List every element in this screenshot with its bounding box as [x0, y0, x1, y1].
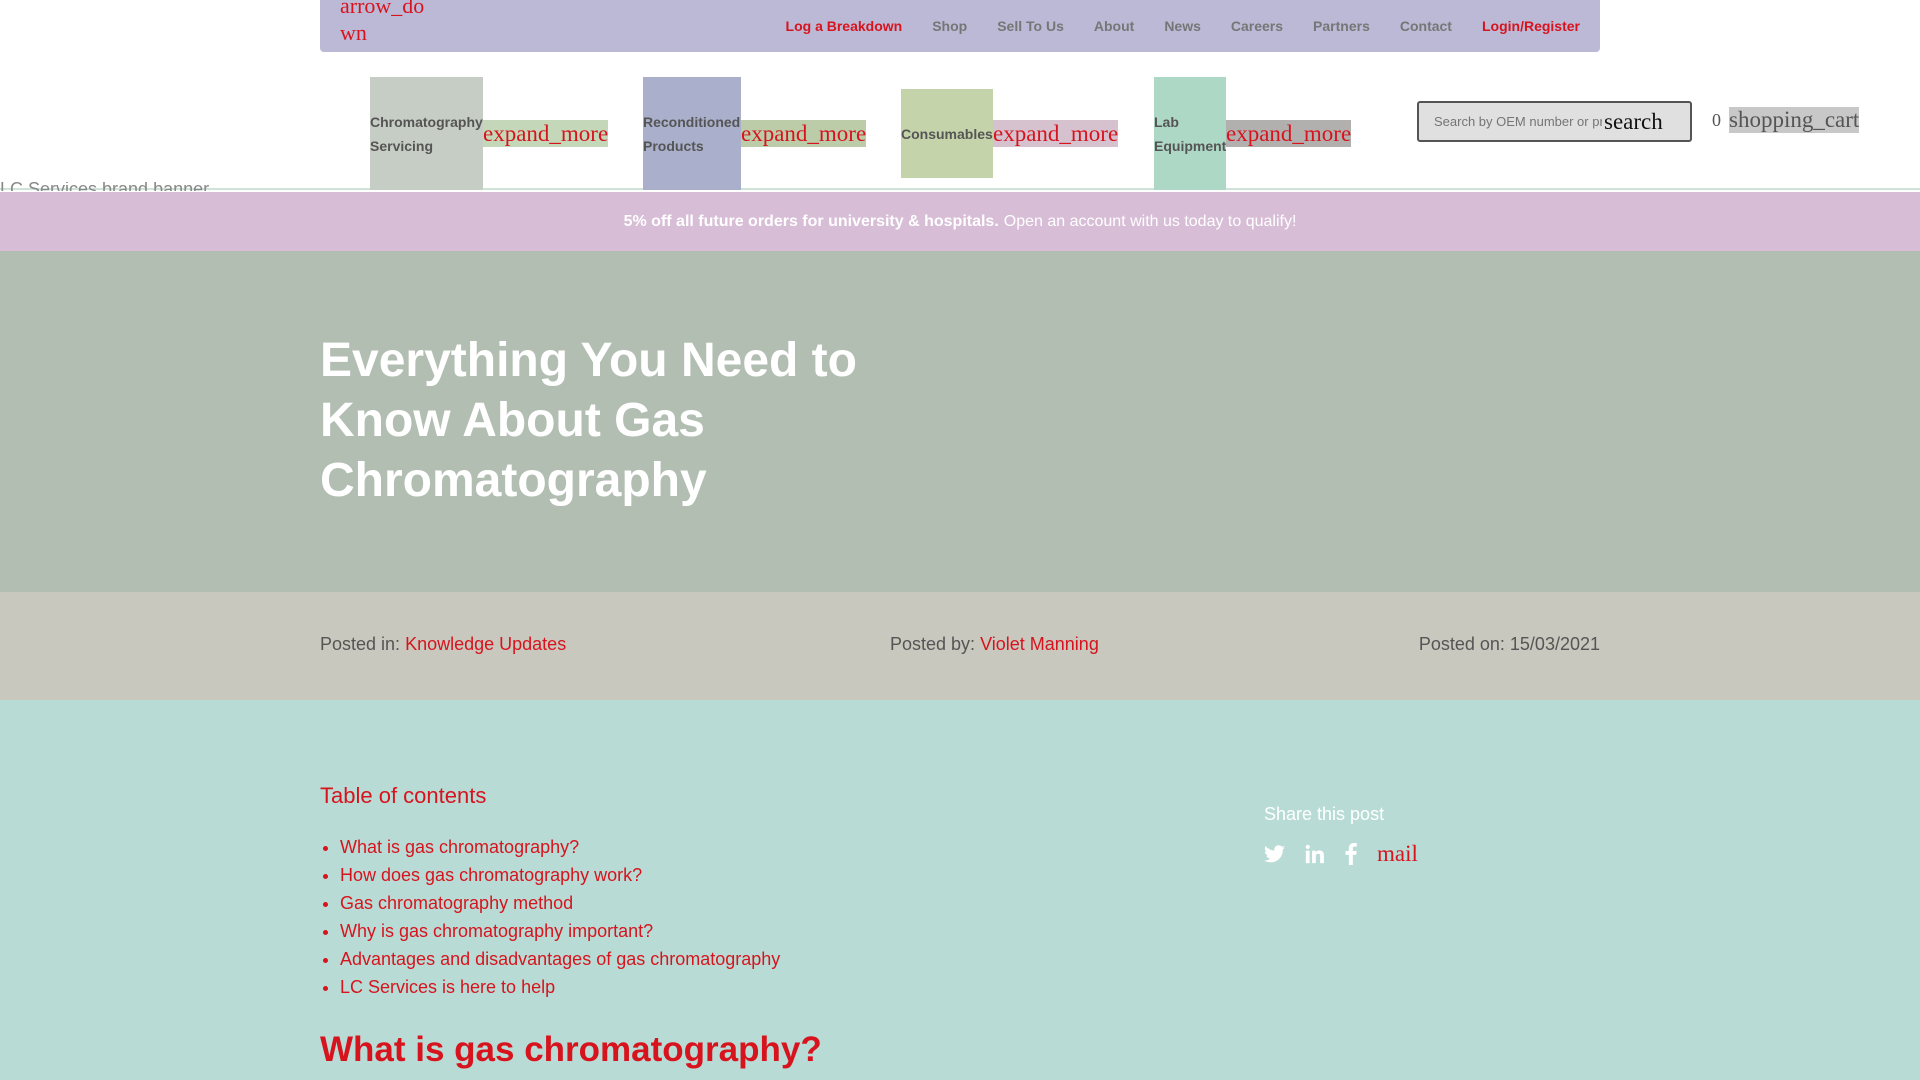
main-navigation: Chromatography Servicing expand_more Rec…	[0, 52, 1920, 190]
toc-link[interactable]: Gas chromatography method	[340, 893, 573, 913]
toc-link[interactable]: Advantages and disadvantages of gas chro…	[340, 949, 780, 969]
share-panel: Share this post mail	[1264, 804, 1418, 867]
search-box: search	[1417, 101, 1692, 142]
menu-item-label[interactable]: Lab Equipment	[1154, 77, 1226, 190]
post-date: Posted on: 15/03/2021	[1419, 634, 1600, 655]
top-link-news[interactable]: News	[1164, 18, 1201, 34]
search-icon[interactable]: search	[1604, 109, 1663, 135]
share-title: Share this post	[1264, 804, 1385, 824]
toc-link[interactable]: LC Services is here to help	[340, 977, 555, 997]
broken-banner-image: LC Services brand banner	[0, 182, 209, 191]
mail-icon[interactable]: mail	[1377, 841, 1418, 867]
page-title: Everything You Need to Know About Gas Ch…	[320, 334, 857, 507]
toc-item: Gas chromatography method	[340, 889, 780, 917]
toc-title: Table of contents	[320, 783, 487, 808]
expand-more-icon[interactable]: expand_more	[483, 120, 609, 147]
top-link-login-register[interactable]: Login/Register	[1482, 18, 1580, 34]
cart-count: 0	[1712, 109, 1721, 130]
post-category: Posted in: Knowledge Updates	[320, 634, 566, 655]
toc-link[interactable]: Why is gas chromatography important?	[340, 921, 653, 941]
top-bar: arrow_down Log a Breakdown Shop Sell To …	[320, 0, 1600, 52]
menu-item-consumables[interactable]: Consumables expand_more	[901, 89, 1119, 178]
promo-bold-text: 5% off all future orders for university …	[623, 212, 999, 230]
menu-item-reconditioned-products[interactable]: Reconditioned Products expand_more	[643, 77, 867, 190]
top-link-log-a-breakdown[interactable]: Log a Breakdown	[786, 18, 903, 34]
toc-item: How does gas chromatography work?	[340, 861, 780, 889]
toc-item: What is gas chromatography?	[340, 833, 780, 861]
top-link-careers[interactable]: Careers	[1231, 18, 1283, 34]
toc-item: Advantages and disadvantages of gas chro…	[340, 945, 780, 973]
search-input[interactable]	[1419, 113, 1604, 130]
top-link-shop[interactable]: Shop	[932, 18, 967, 34]
post-author-link[interactable]: Violet Manning	[980, 634, 1099, 654]
menu-item-chromatography-servicing[interactable]: Chromatography Servicing expand_more	[370, 77, 609, 190]
top-navigation: Log a Breakdown Shop Sell To Us About Ne…	[756, 0, 1580, 52]
promo-text: Open an account with us today to qualify…	[1003, 212, 1297, 230]
twitter-icon[interactable]	[1264, 845, 1285, 863]
expand-more-icon[interactable]: expand_more	[1226, 120, 1352, 147]
top-link-contact[interactable]: Contact	[1400, 18, 1452, 34]
promo-banner: 5% off all future orders for university …	[0, 192, 1920, 251]
share-icons: mail	[1264, 841, 1418, 867]
top-link-partners[interactable]: Partners	[1313, 18, 1370, 34]
post-date-value: 15/03/2021	[1509, 634, 1600, 654]
cart-button[interactable]: 0 shopping_cart	[1712, 107, 1860, 133]
linkedin-icon[interactable]	[1305, 844, 1325, 864]
hero-section: Everything You Need to Know About Gas Ch…	[0, 251, 1920, 592]
post-author-label: Posted by:	[890, 634, 976, 654]
arrow-down-icon[interactable]: arrow_down	[340, 0, 440, 46]
shopping-cart-icon[interactable]: shopping_cart	[1729, 107, 1860, 133]
toc-list: What is gas chromatography? How does gas…	[320, 833, 780, 1001]
expand-more-icon[interactable]: expand_more	[993, 120, 1119, 147]
toc-link[interactable]: What is gas chromatography?	[340, 837, 579, 857]
toc-link[interactable]: How does gas chromatography work?	[340, 865, 642, 885]
top-link-about[interactable]: About	[1094, 18, 1134, 34]
menu-item-label[interactable]: Consumables	[901, 89, 993, 178]
article-content: Table of contents What is gas chromatogr…	[0, 700, 1920, 1080]
menu-item-label[interactable]: Chromatography Servicing	[370, 77, 483, 190]
facebook-icon[interactable]	[1345, 843, 1357, 865]
toc-item: LC Services is here to help	[340, 973, 780, 1001]
post-category-link[interactable]: Knowledge Updates	[405, 634, 566, 654]
menu-item-lab-equipment[interactable]: Lab Equipment expand_more	[1154, 77, 1352, 190]
toc-item: Why is gas chromatography important?	[340, 917, 780, 945]
post-category-label: Posted in:	[320, 634, 401, 654]
post-date-label: Posted on:	[1418, 634, 1505, 654]
expand-more-icon[interactable]: expand_more	[741, 120, 867, 147]
menu-item-label[interactable]: Reconditioned Products	[643, 77, 741, 190]
section-heading: What is gas chromatography?	[320, 1030, 822, 1069]
post-meta-bar: Posted in: Knowledge Updates Posted by: …	[0, 592, 1920, 700]
top-link-sell-to-us[interactable]: Sell To Us	[997, 18, 1064, 34]
post-author: Posted by: Violet Manning	[890, 634, 1099, 655]
